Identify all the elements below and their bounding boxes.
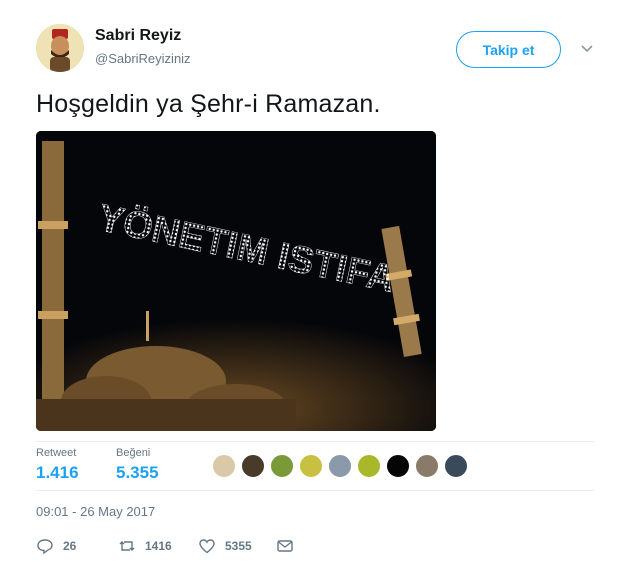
divider xyxy=(36,441,594,442)
reply-button[interactable]: 26 xyxy=(36,536,76,556)
liker-avatar[interactable] xyxy=(444,454,468,478)
envelope-icon xyxy=(277,540,293,552)
retweet-stat-count[interactable]: 1.416 xyxy=(36,463,79,483)
liker-avatar[interactable] xyxy=(328,454,352,478)
like-count: 5355 xyxy=(225,539,252,553)
follow-button[interactable]: Takip et xyxy=(456,31,561,68)
liker-avatar[interactable] xyxy=(270,454,294,478)
tweet-text: Hoşgeldin ya Şehr-i Ramazan. xyxy=(36,90,381,118)
chevron-down-icon[interactable] xyxy=(578,40,596,58)
tweet-image[interactable]: YÖNETIM ISTIFA xyxy=(36,131,436,431)
divider xyxy=(36,490,594,491)
like-button[interactable]: 5355 xyxy=(198,536,252,556)
tweet-timestamp[interactable]: 09:01 - 26 May 2017 xyxy=(36,504,155,519)
like-stat-label: Beğeni xyxy=(116,447,151,459)
heart-icon xyxy=(199,539,215,554)
liker-avatar[interactable] xyxy=(212,454,236,478)
liker-avatar[interactable] xyxy=(241,454,265,478)
liker-avatar[interactable] xyxy=(386,454,410,478)
user-name[interactable]: Sabri Reyiz xyxy=(95,27,181,45)
reply-icon xyxy=(37,539,53,555)
reply-count: 26 xyxy=(63,539,77,553)
avatar[interactable] xyxy=(36,24,84,72)
retweet-button[interactable]: 1416 xyxy=(118,536,172,556)
direct-message-button[interactable] xyxy=(276,536,294,556)
liker-avatar[interactable] xyxy=(357,454,381,478)
liker-avatar[interactable] xyxy=(415,454,439,478)
user-handle[interactable]: @SabriReyiziniz xyxy=(95,51,191,66)
like-stat-count[interactable]: 5.355 xyxy=(116,463,159,483)
retweet-icon xyxy=(119,541,135,551)
liker-avatar[interactable] xyxy=(299,454,323,478)
retweet-count: 1416 xyxy=(145,539,172,553)
retweet-stat-label: Retweet xyxy=(36,447,77,459)
